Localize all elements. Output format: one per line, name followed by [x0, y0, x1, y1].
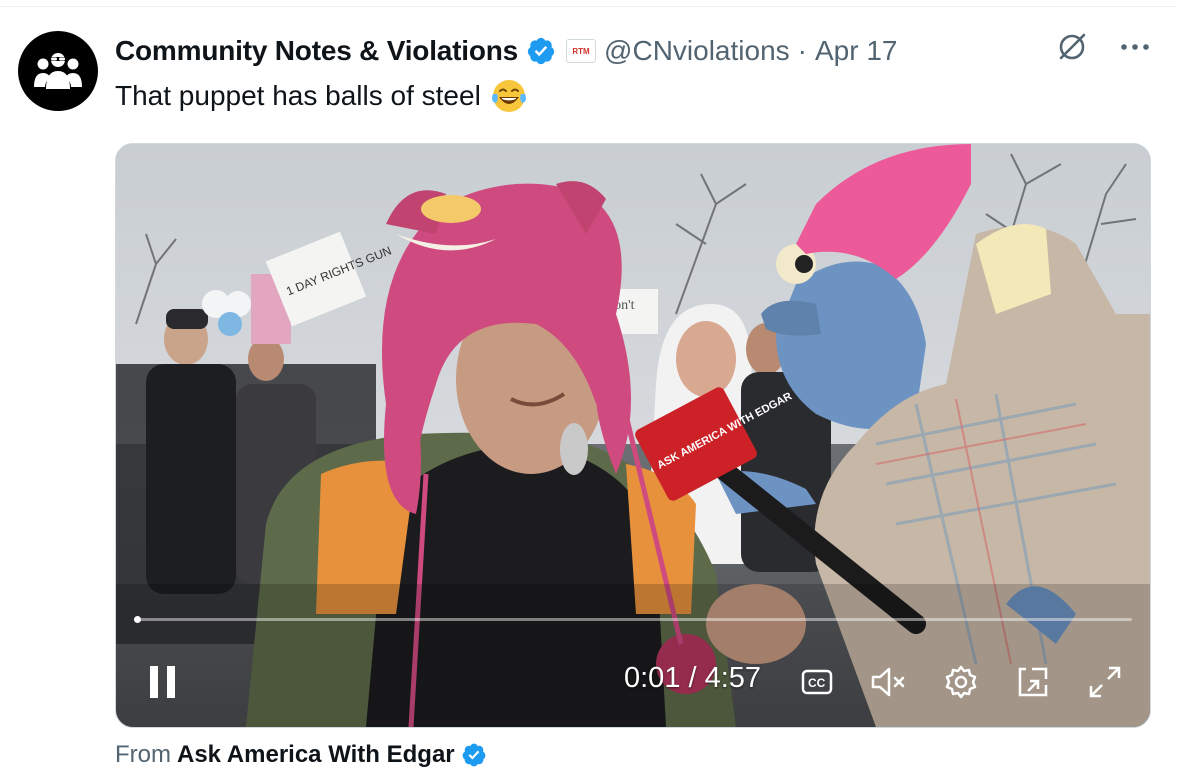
mute-button[interactable] [866, 652, 912, 712]
people-group-icon [34, 53, 82, 89]
speaker-muted-icon [871, 667, 905, 697]
dock-icon [1018, 667, 1048, 697]
user-handle[interactable]: @CNviolations [604, 35, 790, 67]
separator-dot: · [797, 35, 807, 66]
avatar[interactable] [18, 31, 98, 111]
grok-icon[interactable] [1055, 30, 1089, 64]
pause-button[interactable] [138, 652, 188, 712]
pause-icon [150, 666, 175, 698]
tweet-header: Community Notes & Violations RTM @CNviol… [115, 30, 897, 72]
display-name[interactable]: Community Notes & Violations [115, 35, 518, 67]
more-icon[interactable] [1119, 42, 1151, 52]
tweet-body: That puppet has balls of steel [115, 80, 481, 111]
laughing-tears-emoji-icon [491, 80, 526, 112]
settings-button[interactable] [938, 652, 984, 712]
gear-icon [945, 665, 977, 699]
time-display: 0:01 / 4:57 [624, 662, 762, 694]
verified-badge-icon [527, 37, 555, 65]
expand-icon [1089, 666, 1121, 698]
svg-text:CC: CC [808, 676, 826, 690]
video-player[interactable]: 1 DAY RIGHTS GUN won't ASK AMERICA WITH … [115, 143, 1151, 728]
header-actions [1055, 30, 1151, 64]
progress-knob[interactable] [134, 616, 141, 623]
affiliate-badge[interactable]: RTM [566, 39, 597, 63]
captions-button[interactable]: CC [796, 652, 838, 712]
source-name[interactable]: Ask America With Edgar [177, 741, 455, 769]
video-source: From Ask America With Edgar [115, 741, 487, 769]
fullscreen-button[interactable] [1082, 652, 1128, 712]
tweet-text: That puppet has balls of steel [115, 78, 527, 114]
source-prefix: From [115, 741, 171, 768]
progress-bar[interactable] [134, 616, 1132, 623]
picture-in-picture-button[interactable] [1010, 652, 1056, 712]
closed-captions-icon: CC [801, 669, 833, 695]
tweet[interactable]: Community Notes & Violations RTM @CNviol… [0, 0, 1177, 784]
video-frame: 1 DAY RIGHTS GUN won't ASK AMERICA WITH … [116, 144, 1150, 727]
tweet-date[interactable]: Apr 17 [815, 35, 898, 67]
verified-badge-icon [462, 743, 486, 767]
video-controls: 0:01 / 4:57 CC [116, 652, 1150, 712]
